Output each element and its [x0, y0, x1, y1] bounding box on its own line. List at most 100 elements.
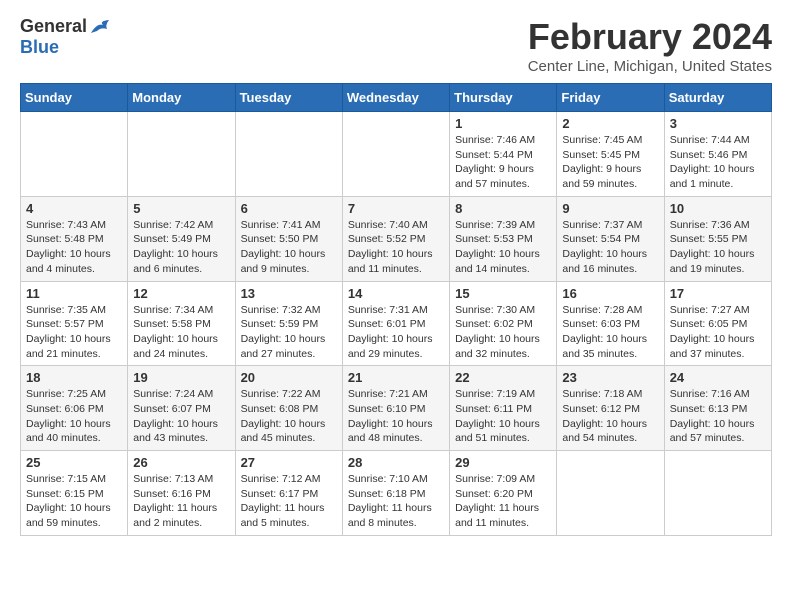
- day-info: Sunrise: 7:12 AM Sunset: 6:17 PM Dayligh…: [241, 472, 337, 531]
- week-row-3: 11 Sunrise: 7:35 AM Sunset: 5:57 PM Dayli…: [21, 281, 772, 366]
- day-header-tuesday: Tuesday: [235, 84, 342, 112]
- calendar-cell: 2 Sunrise: 7:45 AM Sunset: 5:45 PM Daylig…: [557, 112, 664, 197]
- day-number: 19: [133, 370, 229, 385]
- day-info: Sunrise: 7:40 AM Sunset: 5:52 PM Dayligh…: [348, 218, 444, 277]
- calendar-cell: 15 Sunrise: 7:30 AM Sunset: 6:02 PM Dayli…: [450, 281, 557, 366]
- day-number: 24: [670, 370, 766, 385]
- day-number: 28: [348, 455, 444, 470]
- day-info: Sunrise: 7:39 AM Sunset: 5:53 PM Dayligh…: [455, 218, 551, 277]
- calendar-cell: 12 Sunrise: 7:34 AM Sunset: 5:58 PM Dayli…: [128, 281, 235, 366]
- day-info: Sunrise: 7:34 AM Sunset: 5:58 PM Dayligh…: [133, 303, 229, 362]
- week-row-4: 18 Sunrise: 7:25 AM Sunset: 6:06 PM Dayli…: [21, 366, 772, 451]
- day-info: Sunrise: 7:36 AM Sunset: 5:55 PM Dayligh…: [670, 218, 766, 277]
- calendar-cell: 9 Sunrise: 7:37 AM Sunset: 5:54 PM Daylig…: [557, 196, 664, 281]
- day-info: Sunrise: 7:21 AM Sunset: 6:10 PM Dayligh…: [348, 387, 444, 446]
- day-info: Sunrise: 7:28 AM Sunset: 6:03 PM Dayligh…: [562, 303, 658, 362]
- day-info: Sunrise: 7:25 AM Sunset: 6:06 PM Dayligh…: [26, 387, 122, 446]
- day-info: Sunrise: 7:30 AM Sunset: 6:02 PM Dayligh…: [455, 303, 551, 362]
- day-number: 27: [241, 455, 337, 470]
- calendar-cell: 4Sunrise: 7:43 AM Sunset: 5:48 PM Daylig…: [21, 196, 128, 281]
- day-number: 9: [562, 201, 658, 216]
- day-number: 22: [455, 370, 551, 385]
- day-number: 11: [26, 286, 122, 301]
- calendar-cell: 8 Sunrise: 7:39 AM Sunset: 5:53 PM Daylig…: [450, 196, 557, 281]
- location-title: Center Line, Michigan, United States: [528, 58, 772, 75]
- day-header-saturday: Saturday: [664, 84, 771, 112]
- day-info: Sunrise: 7:42 AM Sunset: 5:49 PM Dayligh…: [133, 218, 229, 277]
- calendar-cell: 21 Sunrise: 7:21 AM Sunset: 6:10 PM Dayli…: [342, 366, 449, 451]
- day-info: Sunrise: 7:10 AM Sunset: 6:18 PM Dayligh…: [348, 472, 444, 531]
- day-header-thursday: Thursday: [450, 84, 557, 112]
- day-header-sunday: Sunday: [21, 84, 128, 112]
- day-info: Sunrise: 7:15 AM Sunset: 6:15 PM Dayligh…: [26, 472, 122, 531]
- day-info: Sunrise: 7:13 AM Sunset: 6:16 PM Dayligh…: [133, 472, 229, 531]
- calendar-cell: 18 Sunrise: 7:25 AM Sunset: 6:06 PM Dayli…: [21, 366, 128, 451]
- day-number: 4: [26, 201, 122, 216]
- calendar-cell: 19 Sunrise: 7:24 AM Sunset: 6:07 PM Dayli…: [128, 366, 235, 451]
- day-info: Sunrise: 7:27 AM Sunset: 6:05 PM Dayligh…: [670, 303, 766, 362]
- week-row-2: 4Sunrise: 7:43 AM Sunset: 5:48 PM Daylig…: [21, 196, 772, 281]
- logo-blue-text: Blue: [20, 37, 59, 58]
- day-number: 26: [133, 455, 229, 470]
- day-info: Sunrise: 7:22 AM Sunset: 6:08 PM Dayligh…: [241, 387, 337, 446]
- day-info: Sunrise: 7:45 AM Sunset: 5:45 PM Dayligh…: [562, 133, 658, 192]
- day-number: 1: [455, 116, 551, 131]
- day-number: 25: [26, 455, 122, 470]
- calendar-cell: 6Sunrise: 7:41 AM Sunset: 5:50 PM Daylig…: [235, 196, 342, 281]
- day-number: 15: [455, 286, 551, 301]
- title-area: February 2024 Center Line, Michigan, Uni…: [528, 16, 772, 75]
- day-info: Sunrise: 7:37 AM Sunset: 5:54 PM Dayligh…: [562, 218, 658, 277]
- day-number: 13: [241, 286, 337, 301]
- calendar-cell: 3 Sunrise: 7:44 AM Sunset: 5:46 PM Daylig…: [664, 112, 771, 197]
- calendar-cell: 16Sunrise: 7:28 AM Sunset: 6:03 PM Dayli…: [557, 281, 664, 366]
- logo: General Blue: [20, 16, 111, 58]
- day-number: 21: [348, 370, 444, 385]
- calendar-cell: 17 Sunrise: 7:27 AM Sunset: 6:05 PM Dayli…: [664, 281, 771, 366]
- calendar-cell: 5 Sunrise: 7:42 AM Sunset: 5:49 PM Daylig…: [128, 196, 235, 281]
- day-number: 20: [241, 370, 337, 385]
- calendar-cell: [235, 112, 342, 197]
- calendar-table: SundayMondayTuesdayWednesdayThursdayFrid…: [20, 83, 772, 536]
- calendar-cell: [128, 112, 235, 197]
- day-number: 3: [670, 116, 766, 131]
- calendar-cell: 1 Sunrise: 7:46 AM Sunset: 5:44 PM Daylig…: [450, 112, 557, 197]
- day-info: Sunrise: 7:24 AM Sunset: 6:07 PM Dayligh…: [133, 387, 229, 446]
- calendar-cell: 29 Sunrise: 7:09 AM Sunset: 6:20 PM Dayli…: [450, 451, 557, 536]
- day-number: 17: [670, 286, 766, 301]
- day-info: Sunrise: 7:18 AM Sunset: 6:12 PM Dayligh…: [562, 387, 658, 446]
- day-number: 23: [562, 370, 658, 385]
- calendar-cell: 14 Sunrise: 7:31 AM Sunset: 6:01 PM Dayli…: [342, 281, 449, 366]
- day-number: 14: [348, 286, 444, 301]
- day-info: Sunrise: 7:46 AM Sunset: 5:44 PM Dayligh…: [455, 133, 551, 192]
- day-header-friday: Friday: [557, 84, 664, 112]
- day-header-monday: Monday: [128, 84, 235, 112]
- day-number: 10: [670, 201, 766, 216]
- calendar-cell: 22Sunrise: 7:19 AM Sunset: 6:11 PM Dayli…: [450, 366, 557, 451]
- calendar-cell: 13 Sunrise: 7:32 AM Sunset: 5:59 PM Dayli…: [235, 281, 342, 366]
- day-info: Sunrise: 7:09 AM Sunset: 6:20 PM Dayligh…: [455, 472, 551, 531]
- day-info: Sunrise: 7:32 AM Sunset: 5:59 PM Dayligh…: [241, 303, 337, 362]
- calendar-cell: 25 Sunrise: 7:15 AM Sunset: 6:15 PM Dayli…: [21, 451, 128, 536]
- calendar-cell: 7 Sunrise: 7:40 AM Sunset: 5:52 PM Daylig…: [342, 196, 449, 281]
- day-number: 12: [133, 286, 229, 301]
- week-row-5: 25 Sunrise: 7:15 AM Sunset: 6:15 PM Dayli…: [21, 451, 772, 536]
- day-number: 18: [26, 370, 122, 385]
- day-number: 5: [133, 201, 229, 216]
- calendar-cell: 26 Sunrise: 7:13 AM Sunset: 6:16 PM Dayli…: [128, 451, 235, 536]
- day-number: 7: [348, 201, 444, 216]
- day-info: Sunrise: 7:35 AM Sunset: 5:57 PM Dayligh…: [26, 303, 122, 362]
- header: General Blue February 2024 Center Line, …: [20, 16, 772, 75]
- day-number: 8: [455, 201, 551, 216]
- calendar-cell: 20 Sunrise: 7:22 AM Sunset: 6:08 PM Dayli…: [235, 366, 342, 451]
- day-info: Sunrise: 7:16 AM Sunset: 6:13 PM Dayligh…: [670, 387, 766, 446]
- calendar-cell: 24 Sunrise: 7:16 AM Sunset: 6:13 PM Dayli…: [664, 366, 771, 451]
- header-row: SundayMondayTuesdayWednesdayThursdayFrid…: [21, 84, 772, 112]
- day-number: 29: [455, 455, 551, 470]
- day-info: Sunrise: 7:44 AM Sunset: 5:46 PM Dayligh…: [670, 133, 766, 192]
- day-info: Sunrise: 7:31 AM Sunset: 6:01 PM Dayligh…: [348, 303, 444, 362]
- calendar-cell: [557, 451, 664, 536]
- day-number: 6: [241, 201, 337, 216]
- day-number: 2: [562, 116, 658, 131]
- calendar-cell: [664, 451, 771, 536]
- calendar-cell: 11 Sunrise: 7:35 AM Sunset: 5:57 PM Dayli…: [21, 281, 128, 366]
